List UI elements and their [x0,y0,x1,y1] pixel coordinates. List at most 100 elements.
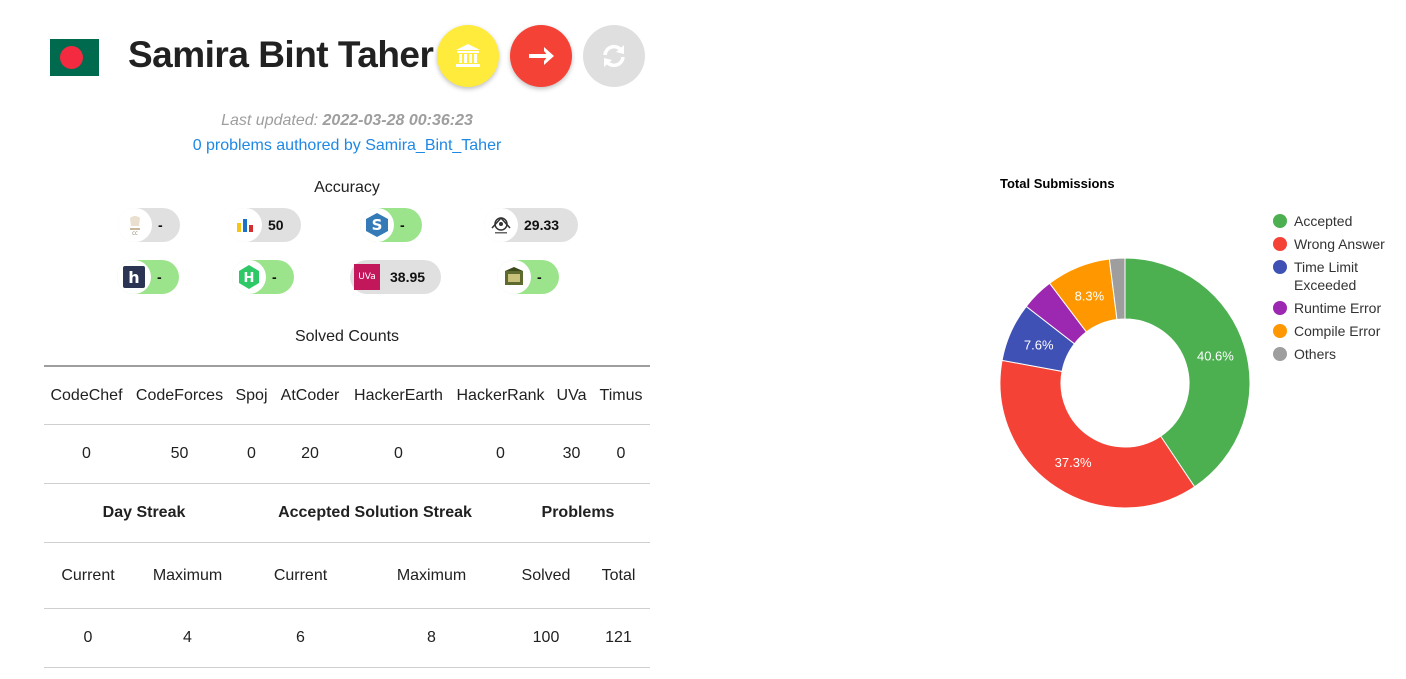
uva-logo-icon: UVa [354,264,380,290]
refresh-icon [603,44,625,68]
solved-header-codechef: CodeChef [50,386,123,404]
chart-title: Total Submissions [1000,176,1115,191]
legend-label: Others [1294,346,1337,362]
codechef-logo-icon: CC [118,208,152,242]
profile-panel: Samira Bint Taher Last updated: 2022-03-… [0,0,700,679]
codeforces-logo-icon [228,208,262,242]
atcoder-logo-icon [484,208,518,242]
accuracy-chip-spoj[interactable]: S - [360,208,422,242]
legend-label: Runtime Error [1294,300,1382,316]
profile-name: Samira Bint Taher [128,34,434,75]
solved-value-uva: 30 [562,445,581,462]
compare-button[interactable] [510,25,572,87]
solved-value-codechef: 0 [82,445,91,462]
streak-subheader: Solved [521,566,571,584]
svg-text:S: S [372,216,383,234]
solved-value-hackerearth: 0 [394,445,403,462]
legend-item-wrong-answer[interactable]: Wrong Answer [1272,235,1385,253]
accuracy-value: - [158,217,163,233]
streak-subheader: Total [601,566,636,584]
accuracy-chip-atcoder[interactable]: 29.33 [484,208,578,242]
donut-data-label: 37.3% [1055,455,1092,470]
uva-logo-text: UVa [358,272,376,282]
solved-counts-table: CodeChef CodeForces Spoj AtCoder HackerE… [44,367,650,424]
accuracy-value: - [272,269,277,285]
solved-value-codeforces: 50 [170,445,189,462]
submissions-donut-chart: 40.6% 37.3% 7.6% 8.3% [999,257,1251,509]
timus-logo-icon [497,260,531,294]
accuracy-value: - [537,269,542,285]
streak-subheader: Maximum [396,566,467,584]
solved-header-uva: UVa [556,386,587,404]
legend-marker [1273,347,1287,361]
solved-header-hackerrank: HackerRank [456,386,545,404]
day-streak-header: Day Streak [102,504,186,521]
divider [44,667,650,668]
authored-problems-link[interactable]: 0 problems authored by Samira_Bint_Taher [0,137,694,155]
solved-counts-values: 0 50 0 20 0 0 30 0 [44,425,650,483]
accuracy-chip-codechef[interactable]: CC - [118,208,180,242]
solved-value-atcoder: 20 [301,445,319,462]
solved-header-timus: Timus [599,386,643,404]
legend-label: Accepted [1294,213,1353,229]
legend-marker [1273,237,1287,251]
accuracy-title: Accuracy [314,179,380,196]
legend-label: Wrong Answer [1294,236,1385,252]
refresh-button[interactable] [583,25,645,87]
day-streak-maximum: 4 [183,629,192,646]
streaks-subheaders: Current Maximum Current Maximum Solved T… [44,543,650,608]
donut-data-label: 7.6% [1024,337,1054,352]
chart-legend: Accepted Wrong Answer Time Limit Exceede… [1272,212,1385,368]
legend-label-line: Exceeded [1294,277,1357,293]
accuracy-value: 29.33 [524,217,560,233]
bank-icon [456,44,480,67]
legend-item-others[interactable]: Others [1272,345,1385,363]
legend-label-line: Time Limit [1294,259,1359,275]
solved-value-spoj: 0 [247,445,256,462]
svg-text:H: H [244,271,255,286]
problems-solved: 100 [532,629,560,646]
donut-data-label: 40.6% [1197,348,1234,363]
accuracy-chip-uva[interactable]: UVa 38.95 [350,260,441,294]
institution-button[interactable] [437,25,499,87]
solved-header-codeforces: CodeForces [135,386,224,404]
accepted-streak-header: Accepted Solution Streak [278,504,472,521]
accuracy-value: - [157,269,162,285]
problems-total: 121 [605,629,632,646]
legend-item-runtime-error[interactable]: Runtime Error [1272,299,1385,317]
accepted-streak-current: 6 [296,629,305,646]
last-updated-value: 2022-03-28 00:36:23 [322,112,473,129]
legend-marker [1273,324,1287,338]
bangladesh-flag-icon [50,39,99,76]
streak-subheader: Current [61,566,115,584]
accuracy-value: 50 [268,217,284,233]
hackerearth-logo-icon: h [117,260,151,294]
accuracy-chip-timus[interactable]: - [497,260,559,294]
arrow-right-icon [529,47,554,65]
accuracy-chip-codeforces[interactable]: 50 [228,208,301,242]
spoj-logo-icon: S [360,208,394,242]
last-updated-label: Last updated: [221,112,319,129]
legend-marker [1273,260,1287,274]
accuracy-value: - [400,217,405,233]
streak-subheader: Maximum [152,566,223,584]
day-streak-current: 0 [83,629,93,646]
streak-subheader: Current [273,566,328,584]
hackerrank-logo-icon: H [232,260,266,294]
svg-text:h: h [128,268,139,287]
legend-label: Time Limit Exceeded [1294,258,1358,294]
legend-item-accepted[interactable]: Accepted [1272,212,1385,230]
solved-counts-title: Solved Counts [294,328,400,345]
solved-value-hackerrank: 0 [496,445,505,462]
solved-value-timus: 0 [616,445,626,462]
solved-header-spoj: Spoj [235,386,268,404]
legend-item-time-limit-exceeded[interactable]: Time Limit Exceeded [1272,258,1385,294]
solved-header-hackerearth: HackerEarth [354,386,443,404]
accuracy-chip-hackerearth[interactable]: h - [117,260,179,294]
streaks-values: 0 4 6 8 100 121 [44,609,650,667]
legend-item-compile-error[interactable]: Compile Error [1272,322,1385,340]
problems-header: Problems [541,504,615,521]
legend-marker [1273,301,1287,315]
accuracy-chip-hackerrank[interactable]: H - [232,260,294,294]
accepted-streak-maximum: 8 [427,629,436,646]
